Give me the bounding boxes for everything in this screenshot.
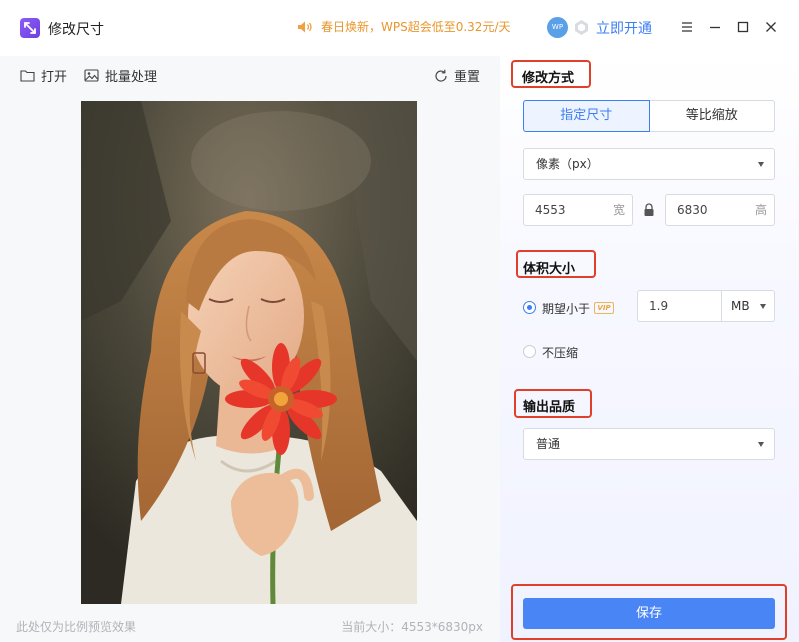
settings-panel: 修改方式 指定尺寸 等比缩放 像素（px） 4553 宽 6830 高 体积大小… bbox=[500, 56, 799, 642]
image-icon bbox=[84, 69, 99, 82]
window-title: 修改尺寸 bbox=[48, 22, 104, 38]
folder-icon bbox=[20, 70, 35, 82]
quality-section-title: 输出品质 bbox=[523, 400, 576, 415]
height-unit-label: 高 bbox=[754, 203, 767, 217]
current-size-label: 当前大小：4553*6830px bbox=[341, 620, 483, 634]
width-unit-label: 宽 bbox=[612, 203, 625, 217]
maximize-icon[interactable] bbox=[735, 19, 751, 35]
volume-section-title: 体积大小 bbox=[523, 262, 576, 277]
reset-button[interactable]: 重置 bbox=[434, 66, 480, 85]
vip-badge: VIP bbox=[594, 302, 614, 314]
portrait-photo bbox=[81, 101, 417, 604]
chevron-down-icon bbox=[758, 442, 764, 447]
promo-banner[interactable]: 春日焕新，WPS超会低至0.32元/天 bbox=[297, 18, 510, 35]
minimize-icon[interactable] bbox=[707, 19, 723, 35]
open-button[interactable]: 打开 bbox=[20, 66, 67, 85]
size-unit-value: MB bbox=[731, 299, 750, 313]
quality-select-value: 普通 bbox=[536, 437, 561, 451]
resize-app-icon bbox=[20, 18, 40, 38]
width-input[interactable]: 4553 宽 bbox=[523, 194, 633, 226]
size-limit-value: 1.9 bbox=[649, 299, 669, 313]
quality-select[interactable]: 普通 bbox=[523, 428, 775, 460]
radio-expect-less[interactable] bbox=[523, 301, 536, 314]
image-preview bbox=[81, 101, 417, 604]
lock-icon[interactable] bbox=[643, 203, 655, 217]
close-icon[interactable] bbox=[763, 19, 779, 35]
save-button[interactable]: 保存 bbox=[523, 598, 775, 629]
radio-no-compress[interactable] bbox=[523, 345, 536, 358]
mode-segmented-control: 指定尺寸 等比缩放 bbox=[523, 100, 775, 132]
unit-select-value: 像素（px） bbox=[536, 157, 599, 171]
reset-label: 重置 bbox=[454, 70, 481, 85]
open-label: 打开 bbox=[41, 70, 68, 85]
tab-proportional-scale[interactable]: 等比缩放 bbox=[649, 100, 775, 132]
batch-label: 批量处理 bbox=[105, 70, 158, 85]
width-value: 4553 bbox=[535, 203, 566, 217]
user-avatar[interactable]: WP bbox=[547, 17, 568, 38]
unit-select[interactable]: 像素（px） bbox=[523, 148, 775, 180]
refresh-icon bbox=[435, 69, 447, 82]
promo-text: 春日焕新，WPS超会低至0.32元/天 bbox=[321, 20, 511, 34]
preview-note: 此处仅为比例预览效果 bbox=[16, 620, 137, 634]
title-bar: 修改尺寸 春日焕新，WPS超会低至0.32元/天 WP 立即开通 bbox=[0, 0, 799, 56]
speaker-icon bbox=[298, 21, 312, 32]
gem-icon bbox=[575, 20, 588, 35]
mode-section-title: 修改方式 bbox=[522, 71, 575, 86]
size-unit-select[interactable]: MB bbox=[721, 290, 775, 322]
chevron-down-icon bbox=[758, 162, 764, 167]
tab-specify-size[interactable]: 指定尺寸 bbox=[523, 100, 650, 132]
size-limit-input[interactable]: 1.9 bbox=[637, 290, 722, 322]
batch-button[interactable]: 批量处理 bbox=[84, 66, 157, 85]
height-value: 6830 bbox=[677, 203, 708, 217]
menu-icon[interactable] bbox=[679, 19, 695, 35]
preview-pane: 打开 批量处理 重置 此处仅为比例预览效果 当前大小：4553*6830px bbox=[0, 56, 500, 642]
vip-open-link[interactable]: 立即开通 bbox=[596, 18, 652, 38]
height-input[interactable]: 6830 高 bbox=[665, 194, 775, 226]
no-compress-label: 不压缩 bbox=[542, 346, 579, 360]
expect-less-label: 期望小于 bbox=[542, 302, 591, 316]
chevron-down-icon bbox=[760, 304, 766, 309]
